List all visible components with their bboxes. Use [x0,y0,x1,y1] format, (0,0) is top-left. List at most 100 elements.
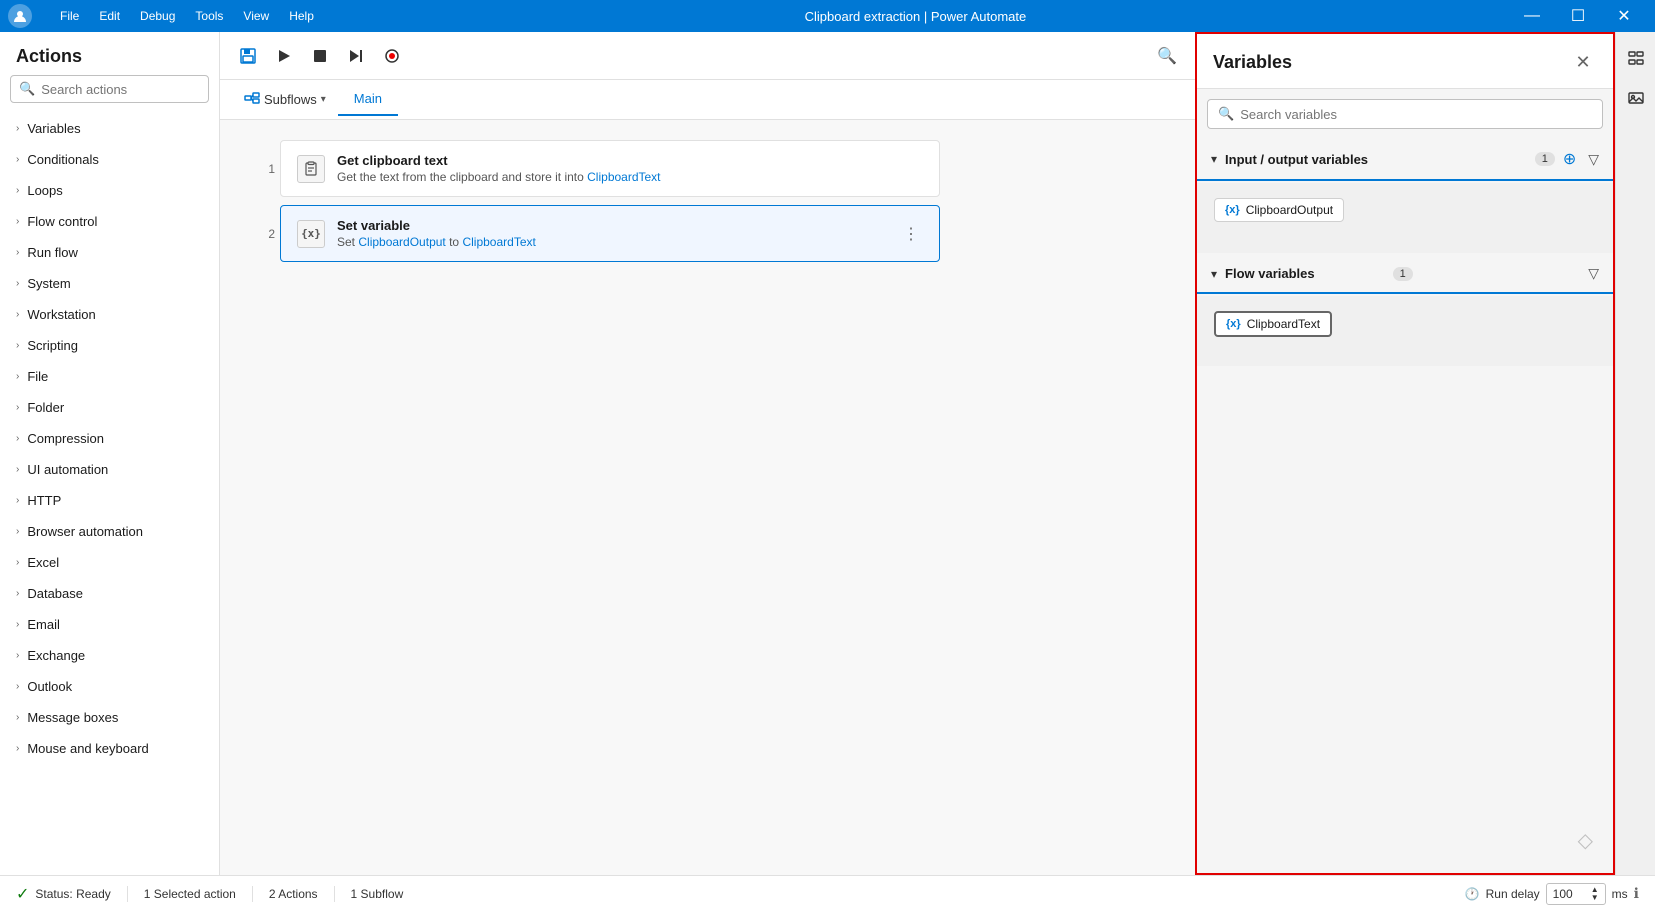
action-item-label: Workstation [27,307,95,322]
next-button[interactable] [340,40,372,72]
step-menu-button[interactable]: ⋮ [899,220,923,248]
action-item-conditionals[interactable]: › Conditionals [0,144,219,175]
action-item-label: Message boxes [27,710,118,725]
action-item-database[interactable]: › Database [0,578,219,609]
step-icon-variable: {x} [297,220,325,248]
step-variable1-link[interactable]: ClipboardOutput [358,235,445,249]
actions-search-box[interactable]: 🔍 [10,75,209,103]
search-actions-input[interactable] [41,82,200,97]
action-item-run-flow[interactable]: › Run flow [0,237,219,268]
chevron-icon: › [16,526,19,537]
section-chevron-icon: ▾ [1211,152,1217,166]
status-ready: ✓ Status: Ready [16,884,111,904]
flow-step-2[interactable]: 2 {x} Set variable Set ClipboardOutput t… [280,205,940,262]
action-item-email[interactable]: › Email [0,609,219,640]
images-button[interactable] [1620,82,1652,114]
search-icon: 🔍 [1157,46,1177,66]
flow-variables-count: 1 [1393,267,1413,281]
chevron-icon: › [16,681,19,692]
flow-step-1[interactable]: 1 Get clipboard text Get the text from t… [280,140,940,197]
action-item-label: Flow control [27,214,97,229]
action-item-excel[interactable]: › Excel [0,547,219,578]
canvas-search-button[interactable]: 🔍 [1151,40,1183,72]
variables-content: ▾ Input / output variables 1 ⊕ ▽ {x} Cli… [1197,139,1613,873]
info-icon: ℹ [1634,885,1639,902]
step-description: Set ClipboardOutput to ClipboardText [337,235,887,249]
variables-close-button[interactable]: ✕ [1569,48,1597,76]
action-item-label: Database [27,586,83,601]
status-separator [252,886,253,902]
chevron-icon: › [16,588,19,599]
status-text: Status: Ready [35,887,110,901]
variables-search-box[interactable]: 🔍 [1207,99,1603,129]
action-item-variables[interactable]: › Variables [0,113,219,144]
step-variable-link[interactable]: ClipboardText [587,170,660,184]
status-ok-icon: ✓ [16,884,29,904]
add-variable-button[interactable]: ⊕ [1563,149,1576,169]
minimize-button[interactable]: — [1509,0,1555,32]
flow-variables-section-header[interactable]: ▾ Flow variables 1 ▽ [1197,255,1613,294]
total-actions-count: 2 Actions [269,887,318,901]
menu-tools[interactable]: Tools [187,5,231,27]
close-button[interactable]: ✕ [1601,0,1647,32]
maximize-button[interactable]: ☐ [1555,0,1601,32]
record-button[interactable] [376,40,408,72]
filter-icon[interactable]: ▽ [1588,151,1599,168]
variable-chip-clipboard-output[interactable]: {x} ClipboardOutput [1214,198,1344,222]
step-variable2-link[interactable]: ClipboardText [462,235,535,249]
action-item-system[interactable]: › System [0,268,219,299]
action-item-exchange[interactable]: › Exchange [0,640,219,671]
save-button[interactable] [232,40,264,72]
action-item-flow-control[interactable]: › Flow control [0,206,219,237]
menu-debug[interactable]: Debug [132,5,183,27]
flow-variables-area: {x} ClipboardText [1197,296,1613,366]
window-controls: — ☐ ✕ [1509,0,1647,32]
action-item-label: Exchange [27,648,85,663]
chevron-icon: › [16,216,19,227]
subflows-button[interactable]: Subflows ▾ [232,84,338,116]
action-item-browser-automation[interactable]: › Browser automation [0,516,219,547]
search-variables-input[interactable] [1240,107,1592,122]
step-title: Get clipboard text [337,153,923,168]
run-button[interactable] [268,40,300,72]
action-item-label: Email [27,617,60,632]
chevron-icon: › [16,650,19,661]
action-item-label: Folder [27,400,64,415]
step-description: Get the text from the clipboard and stor… [337,170,923,184]
menu-view[interactable]: View [235,5,277,27]
action-item-compression[interactable]: › Compression [0,423,219,454]
stop-button[interactable] [304,40,336,72]
action-item-message-boxes[interactable]: › Message boxes [0,702,219,733]
variables-header: Variables ✕ [1197,34,1613,89]
action-item-label: File [27,369,48,384]
run-delay-unit: ms [1612,887,1628,901]
action-item-label: Excel [27,555,59,570]
chevron-icon: › [16,433,19,444]
action-item-outlook[interactable]: › Outlook [0,671,219,702]
selected-actions-count: 1 Selected action [144,887,236,901]
variable-chip-clipboard-text[interactable]: {x} ClipboardText [1214,311,1332,337]
actions-title: Actions [0,32,219,75]
status-bar: ✓ Status: Ready 1 Selected action 2 Acti… [0,875,1655,911]
action-item-mouse-keyboard[interactable]: › Mouse and keyboard [0,733,219,764]
action-item-workstation[interactable]: › Workstation [0,299,219,330]
action-item-loops[interactable]: › Loops [0,175,219,206]
input-output-section-header[interactable]: ▾ Input / output variables 1 ⊕ ▽ [1197,139,1613,181]
action-item-ui-automation[interactable]: › UI automation [0,454,219,485]
chevron-icon: › [16,123,19,134]
action-item-folder[interactable]: › Folder [0,392,219,423]
run-delay-value[interactable]: 100 [1553,887,1573,901]
menu-file[interactable]: File [52,5,87,27]
action-item-file[interactable]: › File [0,361,219,392]
status-separator [127,886,128,902]
variables-panel: Variables ✕ 🔍 ▾ Input / output variables… [1195,32,1615,875]
action-item-scripting[interactable]: › Scripting [0,330,219,361]
tab-main[interactable]: Main [338,83,398,116]
menu-help[interactable]: Help [281,5,322,27]
spinner-down-button[interactable]: ▼ [1591,894,1599,902]
menu-edit[interactable]: Edit [91,5,128,27]
variables-toggle-button[interactable] [1620,42,1652,74]
chevron-icon: › [16,309,19,320]
action-item-http[interactable]: › HTTP [0,485,219,516]
filter-icon[interactable]: ▽ [1588,265,1599,282]
